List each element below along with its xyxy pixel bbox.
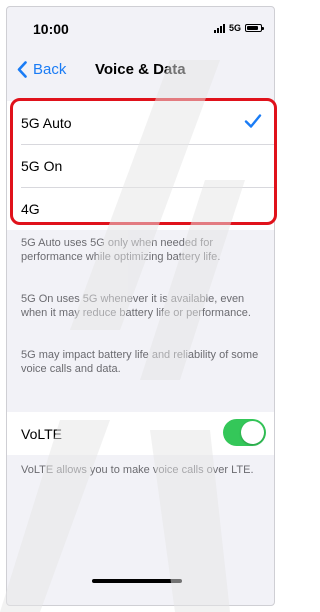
note-5g-impact: 5G may impact battery life and reliabili… [21, 349, 259, 375]
chevron-left-icon [17, 61, 27, 78]
option-label: 4G [21, 200, 40, 217]
volte-label: VoLTE [21, 425, 62, 442]
volte-row: VoLTE [7, 412, 274, 455]
signal-bars-icon [213, 23, 225, 33]
network-options-list: 5G Auto 5G On 4G [7, 101, 274, 230]
option-5g-auto[interactable]: 5G Auto [7, 101, 274, 144]
status-icons: 5G [213, 23, 264, 33]
volte-toggle[interactable] [223, 419, 266, 446]
volte-note: VoLTE allows you to make voice calls ove… [21, 464, 254, 476]
back-label: Back [33, 61, 67, 78]
phone-screen: 10:00 5G Back Voice & Data 5G Auto 5G On [6, 6, 275, 606]
status-time: 10:00 [33, 21, 69, 37]
option-5g-on[interactable]: 5G On [7, 144, 274, 187]
back-button[interactable]: Back [17, 61, 66, 78]
checkmark-icon [244, 114, 262, 128]
status-bar: 10:00 5G [7, 7, 274, 51]
network-type: 5G [228, 23, 241, 33]
option-label: 5G On [21, 157, 63, 174]
note-5g-on: 5G On uses 5G whenever it is available, … [21, 293, 251, 319]
battery-icon [245, 24, 264, 32]
volte-section: VoLTE [7, 412, 274, 455]
option-4g[interactable]: 4G [7, 187, 274, 230]
home-indicator [92, 579, 182, 583]
option-label: 5G Auto [21, 114, 72, 131]
note-5g-auto: 5G Auto uses 5G only when needed for per… [21, 237, 221, 263]
navigation-bar: Back Voice & Data [7, 51, 274, 91]
page-title: Voice & Data [95, 61, 186, 78]
